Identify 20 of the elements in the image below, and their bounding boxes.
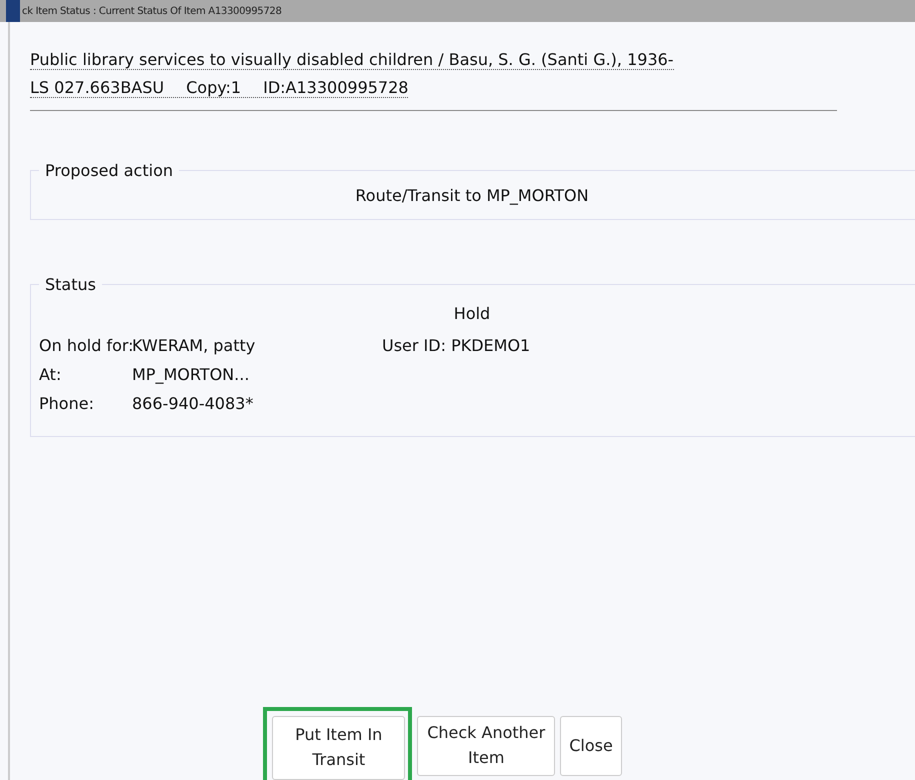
user-id: User ID: PKDEMO1 bbox=[382, 336, 532, 355]
action-button[interactable]: Check Another Item bbox=[417, 716, 556, 776]
action-button[interactable]: Put Item In Transit bbox=[272, 716, 406, 780]
item-title: Public library services to visually disabled children / Basu, S. G. (Santi G.), 1936- bbox=[30, 50, 674, 70]
status-heading: Hold bbox=[452, 304, 492, 323]
field-label: Phone: bbox=[39, 394, 95, 413]
copy-number: Copy:1 bbox=[186, 78, 242, 97]
panel-legend: Status bbox=[39, 275, 102, 294]
call-number: LS 027.663BASU bbox=[30, 78, 164, 97]
action-button[interactable]: Close bbox=[560, 716, 622, 776]
app-icon bbox=[6, 0, 20, 22]
proposed-action-text: Route/Transit to MP_MORTON bbox=[354, 185, 590, 207]
item-id: ID:A13300995728 bbox=[263, 78, 408, 97]
field-value: 866-940-4083* bbox=[132, 394, 254, 413]
panel-legend: Proposed action bbox=[39, 161, 179, 180]
field-value: MP_MORTON... bbox=[132, 365, 250, 384]
field-value: KWERAM, patty bbox=[132, 336, 256, 355]
window-title: ck Item Status : Current Status Of Item A13300995728 bbox=[22, 6, 282, 16]
field-label: On hold for: bbox=[39, 336, 132, 355]
field-label: At: bbox=[39, 365, 62, 384]
